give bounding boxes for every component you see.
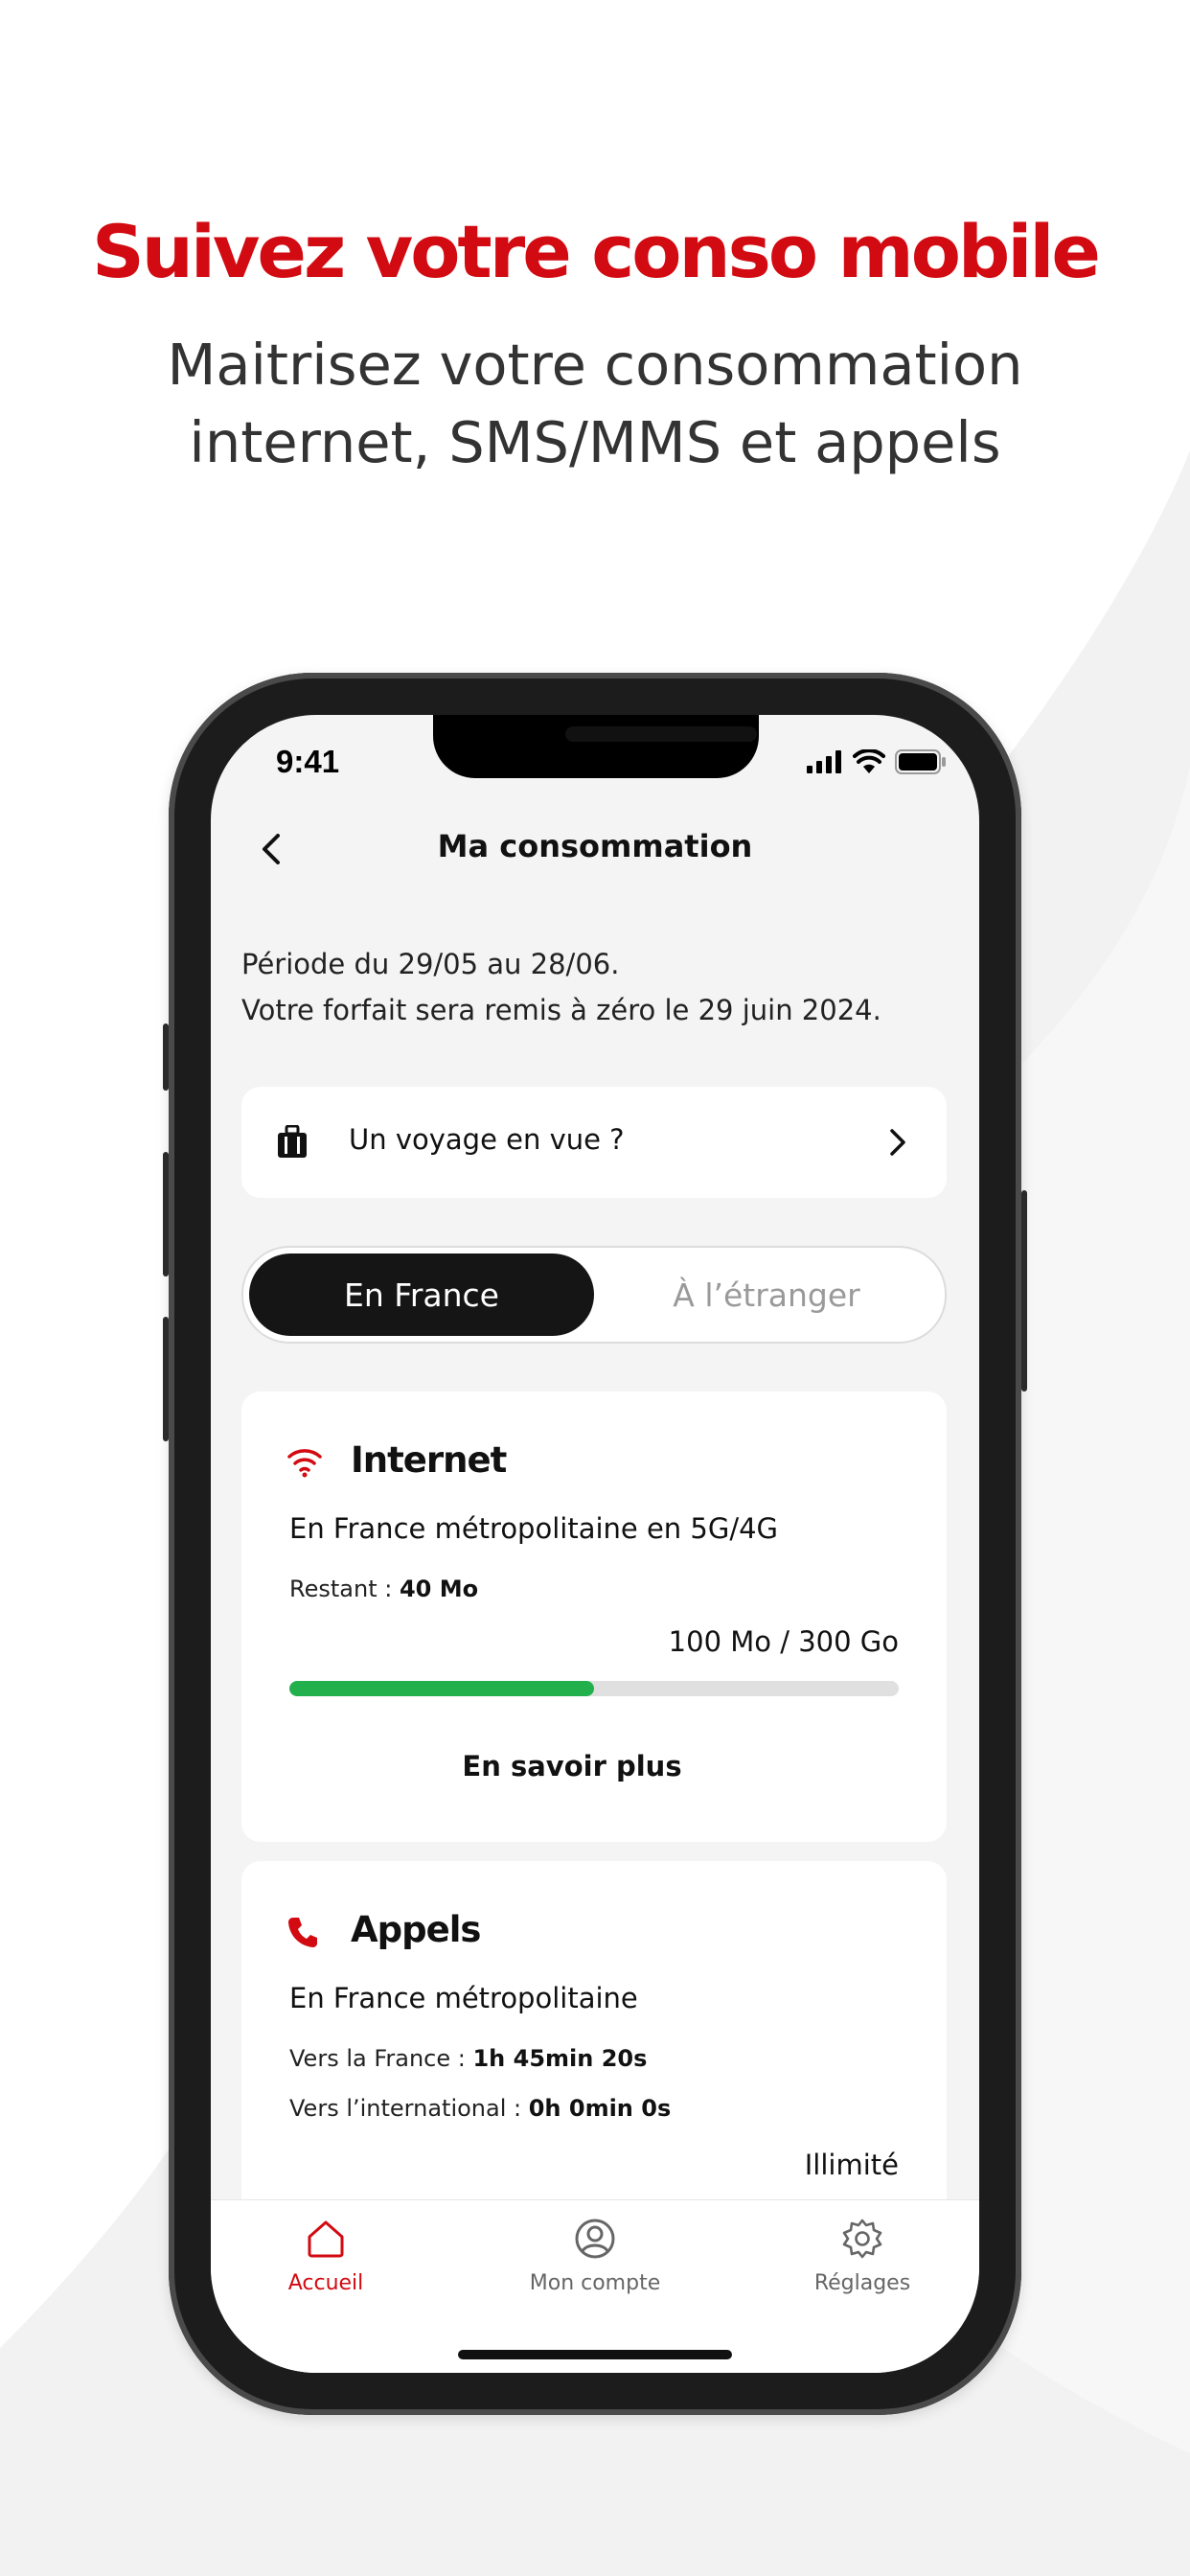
battery-icon: [895, 749, 946, 774]
appels-france: Vers la France : 1h 45min 20s: [289, 2045, 647, 2072]
home-indicator: [458, 2350, 732, 2359]
notch: [433, 715, 759, 778]
internet-progress-track: [289, 1681, 899, 1696]
tab-en-france[interactable]: En France: [249, 1254, 594, 1336]
tab-accueil[interactable]: Accueil: [230, 2218, 422, 2295]
trip-label: Un voyage en vue ?: [349, 1123, 625, 1156]
promo-headline: Suivez votre conso mobile: [92, 209, 1101, 294]
phone-screen: 9:41 Ma consommation Période du 29/05 au…: [211, 715, 979, 2373]
chevron-right-icon: [890, 1129, 905, 1156]
promo-subhead-line2: internet, SMS/MMS et appels: [189, 409, 1001, 475]
wifi-icon: [853, 749, 885, 773]
page-title: Ma consommation: [437, 828, 753, 864]
internet-card: Internet En France métropolitaine en 5G/…: [241, 1392, 947, 1842]
internet-remaining: Restant : 40 Mo: [289, 1576, 478, 1602]
tab-accueil-label: Accueil: [287, 2271, 364, 2295]
tab-reglages[interactable]: Réglages: [767, 2218, 958, 2295]
trip-card[interactable]: Un voyage en vue ?: [241, 1087, 947, 1198]
promo-subhead-line1: Maitrisez votre consommation: [167, 332, 1023, 398]
appels-intl-value: 0h 0min 0s: [528, 2095, 672, 2122]
mute-switch: [163, 1024, 169, 1091]
appels-subtitle: En France métropolitaine: [289, 1982, 638, 2014]
signal-icon: [807, 750, 841, 773]
internet-title: Internet: [351, 1439, 507, 1481]
tab-reglages-label: Réglages: [813, 2271, 911, 2295]
luggage-icon: [278, 1125, 307, 1158]
home-icon: [308, 2220, 344, 2258]
internet-progress-fill: [289, 1681, 594, 1696]
power-button: [1021, 1190, 1027, 1392]
period-line2: Votre forfait sera remis à zéro le 29 ju…: [241, 994, 881, 1026]
period-line1: Période du 29/05 au 28/06.: [241, 948, 620, 980]
appels-usage: Illimité: [804, 2149, 899, 2181]
user-icon: [575, 2219, 615, 2259]
wifi-icon: [287, 1449, 322, 1478]
phone-icon: [288, 1918, 317, 1947]
appels-international: Vers l’international : 0h 0min 0s: [289, 2095, 671, 2122]
promo-subhead: Maitrisez votre consommation internet, S…: [0, 326, 1190, 481]
volume-up-button: [163, 1152, 169, 1276]
location-toggle: En France À l’étranger: [241, 1246, 947, 1344]
internet-remaining-value: 40 Mo: [399, 1576, 479, 1602]
period-info: Période du 29/05 au 28/06. Votre forfait…: [241, 941, 881, 1033]
learn-more-link[interactable]: En savoir plus: [241, 1750, 903, 1782]
appels-title: Appels: [351, 1909, 481, 1950]
tab-a-l-etranger[interactable]: À l’étranger: [594, 1254, 939, 1336]
phone-frame: 9:41 Ma consommation Période du 29/05 au…: [163, 673, 1027, 2415]
tab-mon-compte[interactable]: Mon compte: [499, 2218, 691, 2295]
internet-remaining-label: Restant :: [289, 1576, 400, 1602]
bottom-tab-bar: Accueil Mon compte Réglages: [211, 2199, 979, 2373]
internet-subtitle: En France métropolitaine en 5G/4G: [289, 1512, 779, 1545]
appels-intl-label: Vers l’international :: [289, 2095, 529, 2122]
speaker-grille: [565, 726, 757, 742]
tab-mon-compte-label: Mon compte: [529, 2271, 661, 2295]
status-icons: [807, 749, 947, 774]
status-time: 9:41: [276, 744, 340, 779]
internet-usage: 100 Mo / 300 Go: [668, 1625, 899, 1658]
appels-france-label: Vers la France :: [289, 2045, 473, 2072]
gear-icon: [842, 2219, 882, 2259]
appels-france-value: 1h 45min 20s: [472, 2045, 648, 2072]
volume-down-button: [163, 1317, 169, 1441]
appels-card: Appels En France métropolitaine Vers la …: [241, 1861, 947, 2244]
